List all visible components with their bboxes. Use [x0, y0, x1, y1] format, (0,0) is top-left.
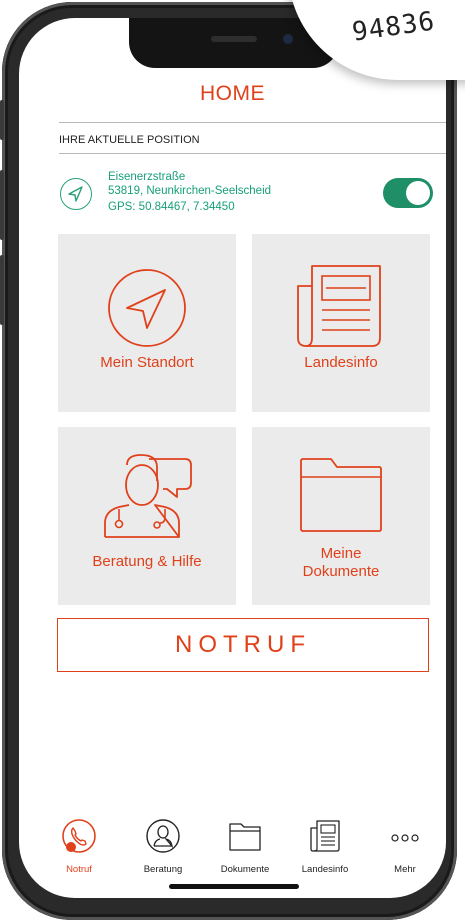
- tile-label: Landesinfo: [304, 354, 378, 371]
- tab-label: Beratung: [143, 864, 183, 875]
- phone-icon: [62, 819, 96, 853]
- phone-screen: HOME IHRE AKTUELLE POSITION Eisenerzstra…: [19, 18, 446, 898]
- tab-mehr[interactable]: Mehr: [365, 818, 445, 878]
- tab-label: Mehr: [394, 864, 416, 875]
- side-button: [0, 255, 4, 325]
- location-arrow-icon: [60, 178, 92, 210]
- tile-landesinfo[interactable]: Landesinfo: [252, 234, 430, 412]
- side-button: [0, 170, 4, 240]
- navigation-arrow-icon: [108, 269, 186, 347]
- camera: [283, 34, 293, 44]
- position-label: IHRE AKTUELLE POSITION: [59, 134, 200, 146]
- divider: [59, 122, 446, 123]
- newspaper-icon: [297, 265, 381, 347]
- speaker: [211, 36, 257, 42]
- tab-bar: Notruf Beratung Dokumente Landesinfo Meh…: [19, 818, 446, 888]
- home-indicator: [169, 884, 299, 889]
- doctor-icon: [146, 819, 180, 853]
- emergency-call-button[interactable]: NOTRUF: [57, 618, 429, 672]
- tab-landesinfo[interactable]: Landesinfo: [285, 818, 365, 878]
- more-dots-icon: [391, 834, 419, 842]
- side-button: [0, 100, 4, 140]
- folder-icon: [300, 458, 382, 532]
- tile-label: Mein Standort: [100, 354, 194, 371]
- tab-dokumente[interactable]: Dokumente: [205, 818, 285, 878]
- tile-label: Meine Dokumente: [302, 545, 380, 580]
- folder-icon: [229, 823, 261, 851]
- address-street: Eisenerzstraße: [108, 171, 186, 183]
- tile-mein-standort[interactable]: Mein Standort: [58, 234, 236, 412]
- gps-coordinates: GPS: 50.84467, 7.34450: [108, 201, 235, 213]
- tab-notruf[interactable]: Notruf: [39, 818, 119, 878]
- tab-label: Dokumente: [220, 864, 270, 875]
- tab-beratung[interactable]: Beratung: [123, 818, 203, 878]
- location-toggle[interactable]: [383, 178, 433, 208]
- doctor-chat-icon: [104, 454, 192, 538]
- divider: [59, 153, 446, 154]
- tile-label: Beratung & Hilfe: [92, 553, 202, 570]
- current-address: Eisenerzstraße 53819, Neunkirchen-Seelsc…: [108, 170, 271, 214]
- tile-meine-dokumente[interactable]: Meine Dokumente: [252, 427, 430, 605]
- address-city: 53819, Neunkirchen-Seelscheid: [108, 185, 272, 197]
- tab-label: Notruf: [66, 864, 92, 875]
- sticker-number: 94836: [350, 6, 437, 48]
- newspaper-icon: [310, 820, 340, 852]
- tab-label: Landesinfo: [301, 864, 349, 875]
- tile-beratung-hilfe[interactable]: Beratung & Hilfe: [58, 427, 236, 605]
- page-title: HOME: [200, 82, 265, 105]
- toggle-knob: [406, 181, 430, 205]
